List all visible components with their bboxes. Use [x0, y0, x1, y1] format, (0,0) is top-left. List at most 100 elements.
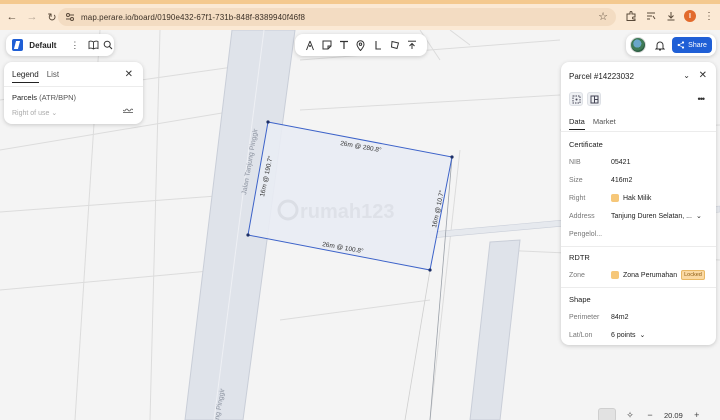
share-icon: [677, 41, 685, 49]
latlon-value: 6 points ⌄: [611, 331, 646, 340]
path-tool-icon[interactable]: [303, 38, 317, 52]
latlon-label: Lat/Lon: [569, 331, 593, 339]
browser-menu-icon[interactable]: ⋮: [702, 9, 716, 23]
zone-row: Zone Zona Perumahan Locked: [569, 269, 708, 281]
zone-color-swatch: [611, 271, 619, 279]
download-icon[interactable]: [664, 9, 678, 23]
layer-style-icon[interactable]: [123, 108, 133, 114]
perimeter-row: Perimeter 84m2: [569, 311, 708, 323]
compass-icon[interactable]: ✧: [624, 409, 636, 420]
nib-row: NIB 05421: [569, 156, 708, 168]
size-label: Size: [569, 176, 583, 184]
locked-badge: Locked: [681, 270, 705, 280]
user-avatar[interactable]: [630, 37, 646, 53]
browser-toolbar: ← → ↻ map.perare.io/board/0190e432-67f1-…: [0, 4, 720, 30]
address-bar[interactable]: map.perare.io/board/0190e432-67f1-731b-8…: [58, 8, 616, 26]
map-controls: ✧ − 20.09 +: [598, 408, 720, 420]
search-icon[interactable]: [103, 39, 114, 51]
upload-tool-icon[interactable]: [405, 38, 419, 52]
right-color-swatch: [611, 194, 619, 202]
chevron-down-icon: ⌄: [639, 332, 646, 339]
zone-label: Zone: [569, 271, 585, 279]
right-label: Right: [569, 194, 586, 202]
board-bar: Default ⋮: [6, 34, 114, 56]
zoom-out-icon[interactable]: −: [644, 409, 656, 420]
rdtr-heading: RDTR: [569, 253, 590, 262]
layout-icon: [590, 95, 598, 103]
bell-icon[interactable]: [654, 39, 666, 51]
nib-value: 05421: [611, 158, 631, 166]
zoom-level: 20.09: [664, 410, 683, 420]
divider: [561, 246, 716, 247]
url-text: map.perare.io/board/0190e432-67f1-731b-8…: [81, 12, 305, 22]
divider: [4, 86, 143, 87]
board-more-icon[interactable]: ⋮: [70, 40, 79, 51]
note-tool-icon[interactable]: [320, 38, 334, 52]
drawing-toolbar: [295, 34, 427, 56]
pin-tool-icon[interactable]: [354, 38, 368, 52]
parcel-title: Parcel #14223032: [569, 72, 634, 81]
certificate-heading: Certificate: [569, 140, 603, 149]
perimeter-value: 84m2: [611, 313, 629, 321]
shape-heading: Shape: [569, 295, 591, 304]
back-icon[interactable]: ←: [4, 9, 20, 25]
zoom-in-icon[interactable]: +: [691, 409, 703, 420]
layout-button[interactable]: [587, 92, 601, 106]
text-tool-icon[interactable]: [337, 38, 351, 52]
chevron-down-icon: ⌄: [695, 213, 702, 220]
close-icon[interactable]: ✕: [699, 70, 707, 81]
tab-legend[interactable]: Legend: [12, 70, 39, 83]
legend-panel: Legend List ✕ Parcels (ATR/BPN) Right of…: [4, 62, 143, 124]
divider: [561, 287, 716, 288]
shape-tool-icon[interactable]: [388, 38, 402, 52]
forward-icon[interactable]: →: [24, 9, 40, 25]
size-row: Size 416m2: [569, 174, 708, 186]
basemap-toggle[interactable]: [598, 408, 616, 420]
address-value: Tanjung Duren Selatan, ... ⌄: [611, 212, 702, 221]
zone-value: Zona Perumahan Locked: [611, 270, 705, 280]
app-logo-icon[interactable]: [12, 39, 24, 51]
zone-text: Zona Perumahan: [623, 271, 678, 279]
perimeter-label: Perimeter: [569, 313, 600, 321]
address-row[interactable]: Address Tanjung Duren Selatan, ... ⌄: [569, 210, 708, 222]
share-label: Share: [688, 41, 707, 49]
book-icon[interactable]: [87, 39, 99, 51]
line-tool-icon[interactable]: [371, 38, 385, 52]
latlon-row[interactable]: Lat/Lon 6 points ⌄: [569, 329, 708, 341]
divider: [561, 131, 716, 132]
board-name[interactable]: Default: [29, 41, 56, 50]
tab-list[interactable]: List: [47, 70, 59, 83]
manager-row: Pengelol...: [569, 228, 708, 240]
bookmark-star-icon[interactable]: ☆: [598, 10, 608, 23]
latlon-text: 6 points: [611, 331, 636, 339]
share-button[interactable]: Share: [672, 37, 712, 53]
tab-data[interactable]: Data: [569, 117, 585, 130]
profile-avatar[interactable]: I: [684, 10, 696, 22]
extensions-icon[interactable]: [624, 9, 638, 23]
close-icon[interactable]: ✕: [125, 69, 133, 80]
layer-name: Parcels: [12, 93, 38, 102]
chevron-down-icon: ⌄: [51, 110, 58, 117]
right-text: Hak Milik: [623, 194, 652, 202]
right-value: Hak Milik: [611, 194, 651, 202]
nib-label: NIB: [569, 158, 581, 166]
more-icon[interactable]: •••: [698, 94, 706, 104]
site-info-icon[interactable]: [63, 10, 77, 24]
select-tool-button[interactable]: [569, 92, 583, 106]
right-row: Right Hak Milik: [569, 192, 708, 204]
svg-text:rumah123: rumah123: [300, 201, 395, 223]
layer-title: Parcels (ATR/BPN): [12, 93, 76, 102]
parcel-detail-panel: Parcel #14223032 ⌄ ✕ ••• Data Market Cer…: [561, 62, 716, 345]
address-label: Address: [569, 212, 595, 220]
layer-source: (ATR/BPN): [39, 93, 77, 102]
right-of-use-select[interactable]: Right of use ⌄: [12, 109, 57, 117]
tab-market[interactable]: Market: [593, 117, 616, 130]
collapse-chevron-icon[interactable]: ⌄: [683, 71, 690, 80]
select-placeholder: Right of use: [12, 110, 50, 117]
size-value: 416m2: [611, 176, 633, 184]
tab-search-icon[interactable]: [644, 9, 658, 23]
address-text: Tanjung Duren Selatan, ...: [611, 212, 692, 220]
crop-icon: [572, 95, 580, 103]
manager-label: Pengelol...: [569, 230, 603, 238]
user-bar: Share: [626, 34, 716, 56]
